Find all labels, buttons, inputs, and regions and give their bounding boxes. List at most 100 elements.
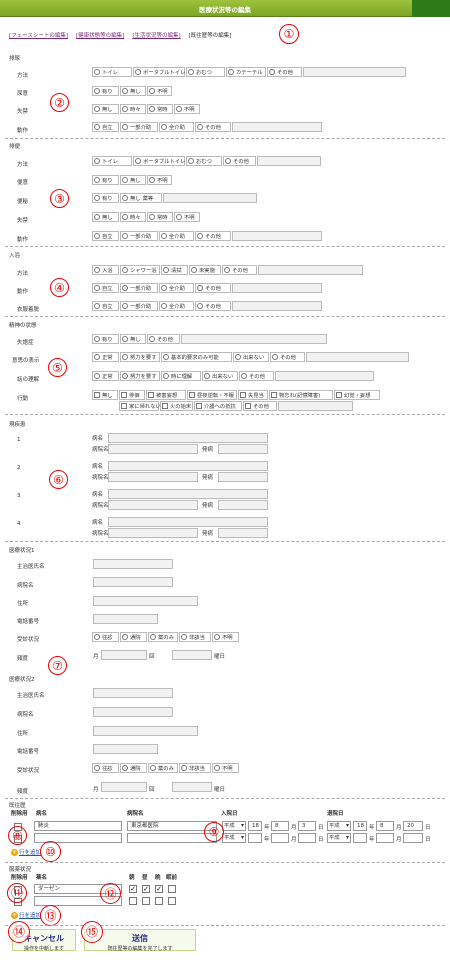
behavior-fire-checkbox[interactable]: 火の始末	[160, 401, 193, 411]
behavior-none-checkbox[interactable]: 無し	[92, 390, 118, 400]
incont-unknown-radio[interactable]: 不明	[174, 104, 200, 114]
bowel-action-other-radio[interactable]: その他	[195, 231, 231, 241]
bowel-incont-always-radio[interactable]: 常時	[147, 212, 173, 222]
behavior-wander-checkbox[interactable]: 徘徊	[119, 390, 145, 400]
tab-living[interactable]: [生活状況等の編集]	[132, 31, 180, 39]
meds-row1-noon-checkbox[interactable]: ✓	[142, 885, 150, 893]
bowel-action-partial-radio[interactable]: 一部介助	[120, 231, 158, 241]
constip-yes-radio[interactable]: 有り	[92, 193, 119, 203]
excr-action-indep-radio[interactable]: 自立	[92, 122, 119, 132]
med1-status-unknown-radio[interactable]: 不明	[212, 632, 239, 642]
bowel-urge-no-radio[interactable]: 無し	[120, 175, 146, 185]
illness-1-onset-input[interactable]	[218, 444, 268, 454]
med2-status-unknown-radio[interactable]: 不明	[212, 763, 239, 773]
illness-3-hospital-input[interactable]	[108, 500, 198, 510]
understand-other-input[interactable]	[275, 371, 374, 381]
bowel-incont-no-radio[interactable]: 無し	[92, 212, 119, 222]
illness-4-onset-input[interactable]	[218, 528, 268, 538]
med2-weekday-input[interactable]	[172, 782, 212, 792]
meds-row1-morning-checkbox[interactable]: ✓	[129, 885, 137, 893]
illness-1-hospital-input[interactable]	[108, 444, 198, 454]
understand-sometimes-radio[interactable]: 時に理解	[161, 371, 201, 381]
meds-row2-morning-checkbox[interactable]	[129, 897, 137, 905]
history-row1-discharge-month-input[interactable]: 8	[376, 821, 394, 831]
illness-4-name-input[interactable]	[108, 517, 268, 527]
bowel-action-indep-radio[interactable]: 自立	[92, 231, 119, 241]
urge-no-radio[interactable]: 無し	[120, 86, 146, 96]
constip-no-radio[interactable]: 無し 薬等	[120, 193, 162, 203]
med1-status-na-radio[interactable]: 非該当	[179, 632, 211, 642]
expr-other-input[interactable]	[306, 352, 409, 362]
expr-other-radio[interactable]: その他	[270, 352, 305, 362]
history-row2-admit-day-input[interactable]	[298, 833, 316, 843]
incont-sometimes-radio[interactable]: 時々	[120, 104, 146, 114]
bowel-other-input[interactable]	[257, 156, 321, 166]
history-row1-admit-month-input[interactable]: 8	[271, 821, 289, 831]
illness-4-hospital-input[interactable]	[108, 528, 198, 538]
illness-2-name-input[interactable]	[108, 461, 268, 471]
med1-status-home-radio[interactable]: 往診	[92, 632, 119, 642]
expr-basic-radio[interactable]: 基本的要求のみ可能	[161, 352, 232, 362]
understand-effort-radio[interactable]: 努力を要す	[120, 371, 160, 381]
behavior-other-checkbox[interactable]: その他	[243, 401, 277, 411]
incont-no-radio[interactable]: 無し	[92, 104, 119, 114]
med1-status-meds-radio[interactable]: 薬のみ	[148, 632, 178, 642]
med2-address-input[interactable]	[93, 726, 198, 736]
med2-phone-input[interactable]	[93, 744, 158, 754]
history-row1-admit-day-input[interactable]: 3	[298, 821, 316, 831]
behavior-insomnia-checkbox[interactable]: 昼夜逆転・不眠	[187, 390, 237, 400]
med1-status-visit-radio[interactable]: 通院	[120, 632, 147, 642]
expr-normal-radio[interactable]: 正常	[92, 352, 119, 362]
bath-other-input[interactable]	[258, 265, 363, 275]
history-row2-discharge-day-input[interactable]	[403, 833, 423, 843]
tab-face-sheet[interactable]: [フェースシートの編集]	[9, 31, 68, 39]
bath-action-other-input[interactable]	[232, 283, 322, 293]
meds-row1-evening-checkbox[interactable]: ✓	[155, 885, 163, 893]
excretion-portable-radio[interactable]: ポータブルトイレ	[133, 67, 185, 77]
behavior-other-input[interactable]	[278, 401, 353, 411]
expr-cannot-radio[interactable]: 出来ない	[233, 352, 269, 362]
bowel-incont-sometimes-radio[interactable]: 時々	[120, 212, 146, 222]
meds-row1-bedtime-checkbox[interactable]	[168, 885, 176, 893]
excr-action-full-radio[interactable]: 全介助	[159, 122, 194, 132]
bath-wipe-radio[interactable]: 清拭	[161, 265, 188, 275]
bath-action-partial-radio[interactable]: 一部介助	[120, 283, 158, 293]
illness-3-onset-input[interactable]	[218, 500, 268, 510]
history-row1-name-input[interactable]: 肺炎	[34, 821, 122, 831]
excr-action-other-input[interactable]	[232, 122, 322, 132]
med1-doctor-input[interactable]	[93, 559, 173, 569]
med2-freq-count-input[interactable]	[101, 782, 147, 792]
bowel-portable-radio[interactable]: ポータブルトイレ	[133, 156, 185, 166]
bath-other-radio[interactable]: その他	[222, 265, 257, 275]
med1-freq-count-input[interactable]	[101, 650, 147, 660]
tab-health[interactable]: [健康状態等の編集]	[76, 31, 124, 39]
bowel-diaper-radio[interactable]: おむつ	[186, 156, 222, 166]
history-add-row-link[interactable]: + 行を追加	[11, 848, 41, 856]
history-row2-discharge-year-input[interactable]	[353, 833, 367, 843]
excretion-diaper-radio[interactable]: おむつ	[186, 67, 225, 77]
bath-notdone-radio[interactable]: 未実施	[189, 265, 221, 275]
aphasia-other-input[interactable]	[181, 334, 327, 344]
expr-effort-radio[interactable]: 努力を要す	[120, 352, 160, 362]
history-row1-admit-era-select[interactable]: 平成	[222, 821, 246, 831]
understand-cannot-radio[interactable]: 出来ない	[202, 371, 238, 381]
med1-hospital-input[interactable]	[93, 577, 173, 587]
history-row1-discharge-year-input[interactable]: 18	[353, 821, 367, 831]
history-row1-discharge-era-select[interactable]: 平成	[327, 821, 351, 831]
illness-1-name-input[interactable]	[108, 433, 268, 443]
bowel-toilet-radio[interactable]: トイレ	[92, 156, 132, 166]
bowel-action-full-radio[interactable]: 全介助	[159, 231, 194, 241]
aphasia-other-radio[interactable]: その他	[147, 334, 180, 344]
excretion-toilet-radio[interactable]: トイレ	[92, 67, 132, 77]
understand-other-radio[interactable]: その他	[239, 371, 274, 381]
med1-address-input[interactable]	[93, 596, 198, 606]
behavior-cantgohome-checkbox[interactable]: 家に帰れない	[119, 401, 161, 411]
dress-other-input[interactable]	[232, 301, 322, 311]
med2-hospital-input[interactable]	[93, 707, 173, 717]
dress-indep-radio[interactable]: 自立	[92, 301, 119, 311]
history-row2-admit-year-input[interactable]	[248, 833, 262, 843]
behavior-delusion-checkbox[interactable]: 被害妄想	[146, 390, 186, 400]
med2-status-na-radio[interactable]: 非該当	[179, 763, 211, 773]
med2-doctor-input[interactable]	[93, 688, 173, 698]
history-row2-discharge-era-select[interactable]: 平成	[327, 833, 351, 843]
